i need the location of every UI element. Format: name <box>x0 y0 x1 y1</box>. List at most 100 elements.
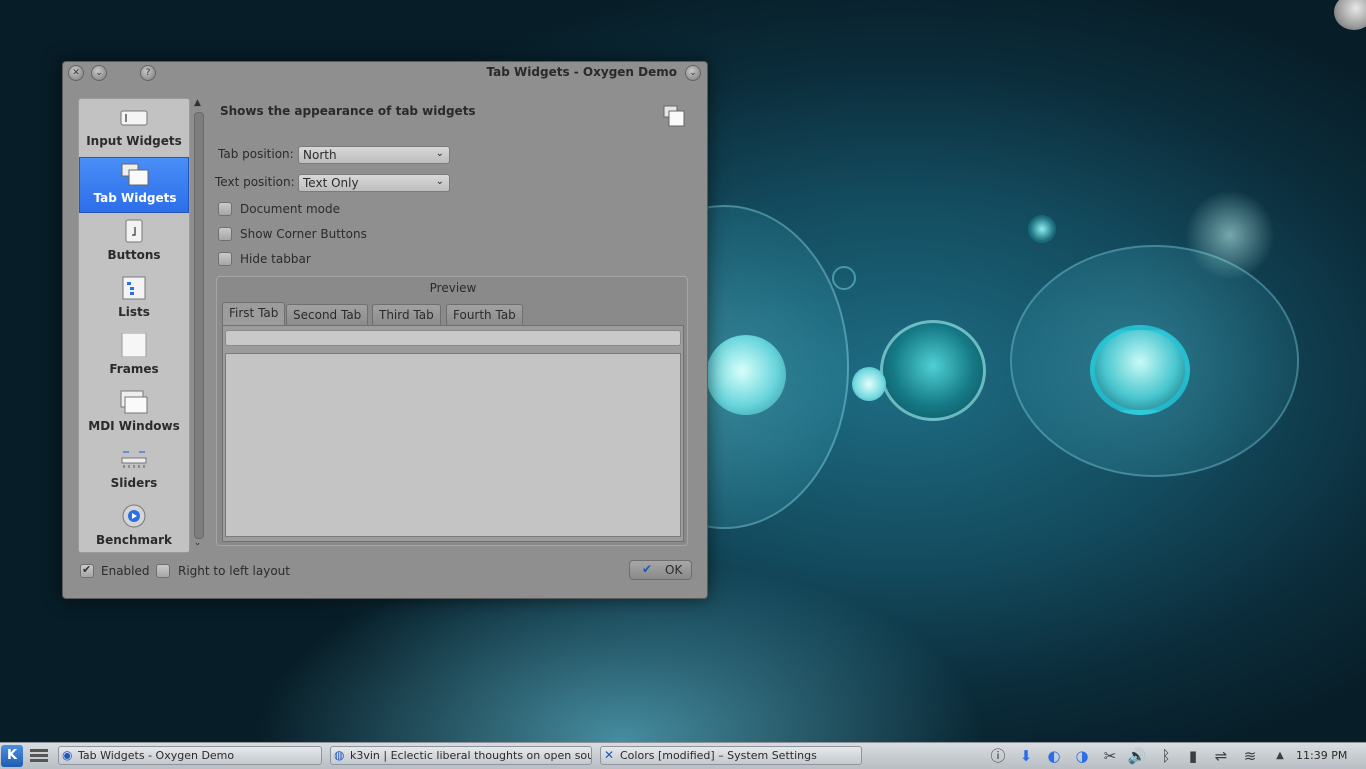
hide-tabbar-checkbox[interactable] <box>218 252 232 266</box>
klipper-scissors-icon[interactable]: ✂ <box>1100 746 1120 766</box>
sidebar-item-label: Benchmark <box>96 533 172 547</box>
application-launcher-icon[interactable]: K <box>1 745 23 767</box>
document-mode-label: Document mode <box>240 202 341 216</box>
sidebar-scrollbar[interactable]: ▲ ⌄ <box>192 98 204 551</box>
help-button[interactable]: ? <box>140 65 156 81</box>
enabled-checkbox[interactable] <box>80 563 94 578</box>
network-manager-icon[interactable]: ◐ <box>1044 746 1064 766</box>
wallpaper-bubble <box>852 367 886 401</box>
scroll-up-icon[interactable]: ▲ <box>192 98 203 108</box>
text-area[interactable] <box>225 353 681 537</box>
info-icon[interactable]: ⓘ <box>988 746 1008 766</box>
sidebar-item-benchmark[interactable]: Benchmark <box>79 500 189 552</box>
tab-third[interactable]: Third Tab <box>372 304 441 325</box>
scroll-down-icon[interactable]: ⌄ <box>192 538 203 548</box>
sidebar-item-lists[interactable]: Lists <box>79 272 189 328</box>
minimize-button[interactable]: ⌄ <box>91 65 107 81</box>
battery-icon[interactable]: ▮ <box>1183 746 1203 766</box>
lists-icon <box>122 276 146 300</box>
preview-title: Preview <box>429 281 477 295</box>
wallpaper-bubble <box>880 320 986 421</box>
page-heading: Shows the appearance of tab widgets <box>220 104 476 118</box>
task-label: k3vin | Eclectic liberal thoughts on ope… <box>350 749 592 762</box>
tab-widgets-icon <box>663 105 685 127</box>
taskbar: K ◉ Tab Widgets - Oxygen Demo ◍ k3vin | … <box>0 742 1366 769</box>
sidebar-item-sliders[interactable]: Sliders <box>79 443 189 499</box>
right-to-left-checkbox[interactable] <box>156 564 170 578</box>
scrollbar-track[interactable] <box>194 112 204 539</box>
oxygen-demo-window: ✕ ⌄ ? Tab Widgets - Oxygen Demo ⌄ Input … <box>62 61 708 599</box>
download-icon[interactable]: ⬇ <box>1016 746 1036 766</box>
document-mode-checkbox[interactable] <box>218 202 232 216</box>
task-label: Tab Widgets - Oxygen Demo <box>78 749 235 762</box>
volume-icon[interactable]: 🔊 <box>1127 746 1147 766</box>
tab-second[interactable]: Second Tab <box>286 304 369 325</box>
clock[interactable]: 11:39 PM <box>1296 749 1347 762</box>
enabled-label: Enabled <box>101 564 150 578</box>
ok-button[interactable]: ✔ OK <box>629 560 692 580</box>
ok-button-label: OK <box>665 563 683 577</box>
tab-position-select[interactable]: North ⌄ <box>298 146 450 164</box>
task-browser[interactable]: ◍ k3vin | Eclectic liberal thoughts on o… <box>330 746 592 765</box>
wallpaper-bubble <box>1090 325 1190 415</box>
chevron-down-icon: ⌄ <box>435 148 444 159</box>
sidebar-item-input-widgets[interactable]: Input Widgets <box>79 101 189 157</box>
sidebar-item-label: Frames <box>109 362 159 376</box>
wallpaper-glow <box>1185 190 1275 280</box>
tab-position-label: Tab position: <box>218 147 294 161</box>
sidebar-item-buttons[interactable]: Buttons <box>79 215 189 271</box>
sidebar-item-label: Lists <box>118 305 150 319</box>
usb-icon[interactable]: ⇌ <box>1211 746 1231 766</box>
text-position-value: Text Only <box>303 176 359 190</box>
close-button[interactable]: ✕ <box>68 65 84 81</box>
buttons-icon <box>125 219 143 243</box>
window-menu-button[interactable]: ⌄ <box>685 65 701 81</box>
show-corner-buttons-checkbox[interactable] <box>218 227 232 241</box>
tab-fourth[interactable]: Fourth Tab <box>446 304 523 325</box>
wifi-icon[interactable]: ≋ <box>1240 746 1260 766</box>
frames-icon <box>121 333 147 357</box>
sidebar-item-label: Sliders <box>110 476 158 490</box>
tray-expand-icon[interactable]: ▲ <box>1270 746 1290 766</box>
hide-tabbar-label: Hide tabbar <box>240 252 311 266</box>
sliders-icon <box>121 451 147 468</box>
tab-pane <box>222 325 684 542</box>
sidebar-item-label: MDI Windows <box>88 419 180 433</box>
benchmark-icon <box>122 504 146 528</box>
desktop-toolbox-icon[interactable] <box>1334 0 1366 30</box>
show-corner-buttons-label: Show Corner Buttons <box>240 227 367 241</box>
bluetooth-icon[interactable]: ᛒ <box>1156 746 1176 766</box>
text-position-select[interactable]: Text Only ⌄ <box>298 174 450 192</box>
tab-first[interactable]: First Tab <box>222 302 286 325</box>
chevron-down-icon: ⌄ <box>435 176 444 187</box>
mdi-windows-icon <box>120 390 148 414</box>
text-input-icon <box>120 110 148 126</box>
browser-icon: ◍ <box>334 748 345 762</box>
task-system-settings[interactable]: ✕ Colors [modified] – System Settings <box>600 746 862 765</box>
line-edit[interactable] <box>225 330 681 346</box>
app-icon: ◉ <box>62 748 73 762</box>
task-oxygen-demo[interactable]: ◉ Tab Widgets - Oxygen Demo <box>58 746 322 765</box>
title-bar[interactable]: ✕ ⌄ ? Tab Widgets - Oxygen Demo ⌄ <box>63 62 707 84</box>
wallpaper-bubble <box>706 335 786 415</box>
check-icon: ✔ <box>642 562 653 576</box>
sidebar-item-label: Buttons <box>107 248 161 262</box>
sidebar-item-tab-widgets[interactable]: Tab Widgets <box>79 157 189 213</box>
sidebar-item-label: Tab Widgets <box>93 191 177 205</box>
sidebar-item-frames[interactable]: Frames <box>79 329 189 385</box>
pager-icon[interactable] <box>30 747 50 765</box>
sidebar: Input Widgets Tab Widgets Buttons Lists … <box>78 98 190 553</box>
tab-position-value: North <box>303 148 337 162</box>
window-title: Tab Widgets - Oxygen Demo <box>486 65 677 79</box>
task-label: Colors [modified] – System Settings <box>620 749 817 762</box>
text-position-label: Text position: <box>215 175 295 189</box>
wallpaper-bubble <box>1028 215 1056 243</box>
sidebar-item-label: Input Widgets <box>86 134 182 148</box>
tools-icon: ✕ <box>604 748 615 762</box>
wallpaper-bubble <box>832 266 856 290</box>
preview-group: Preview First Tab Second Tab Third Tab F… <box>216 276 688 546</box>
updates-icon[interactable]: ◑ <box>1072 746 1092 766</box>
sidebar-item-mdi-windows[interactable]: MDI Windows <box>79 386 189 442</box>
right-to-left-label: Right to left layout <box>178 564 290 578</box>
tab-widgets-icon <box>121 163 149 186</box>
